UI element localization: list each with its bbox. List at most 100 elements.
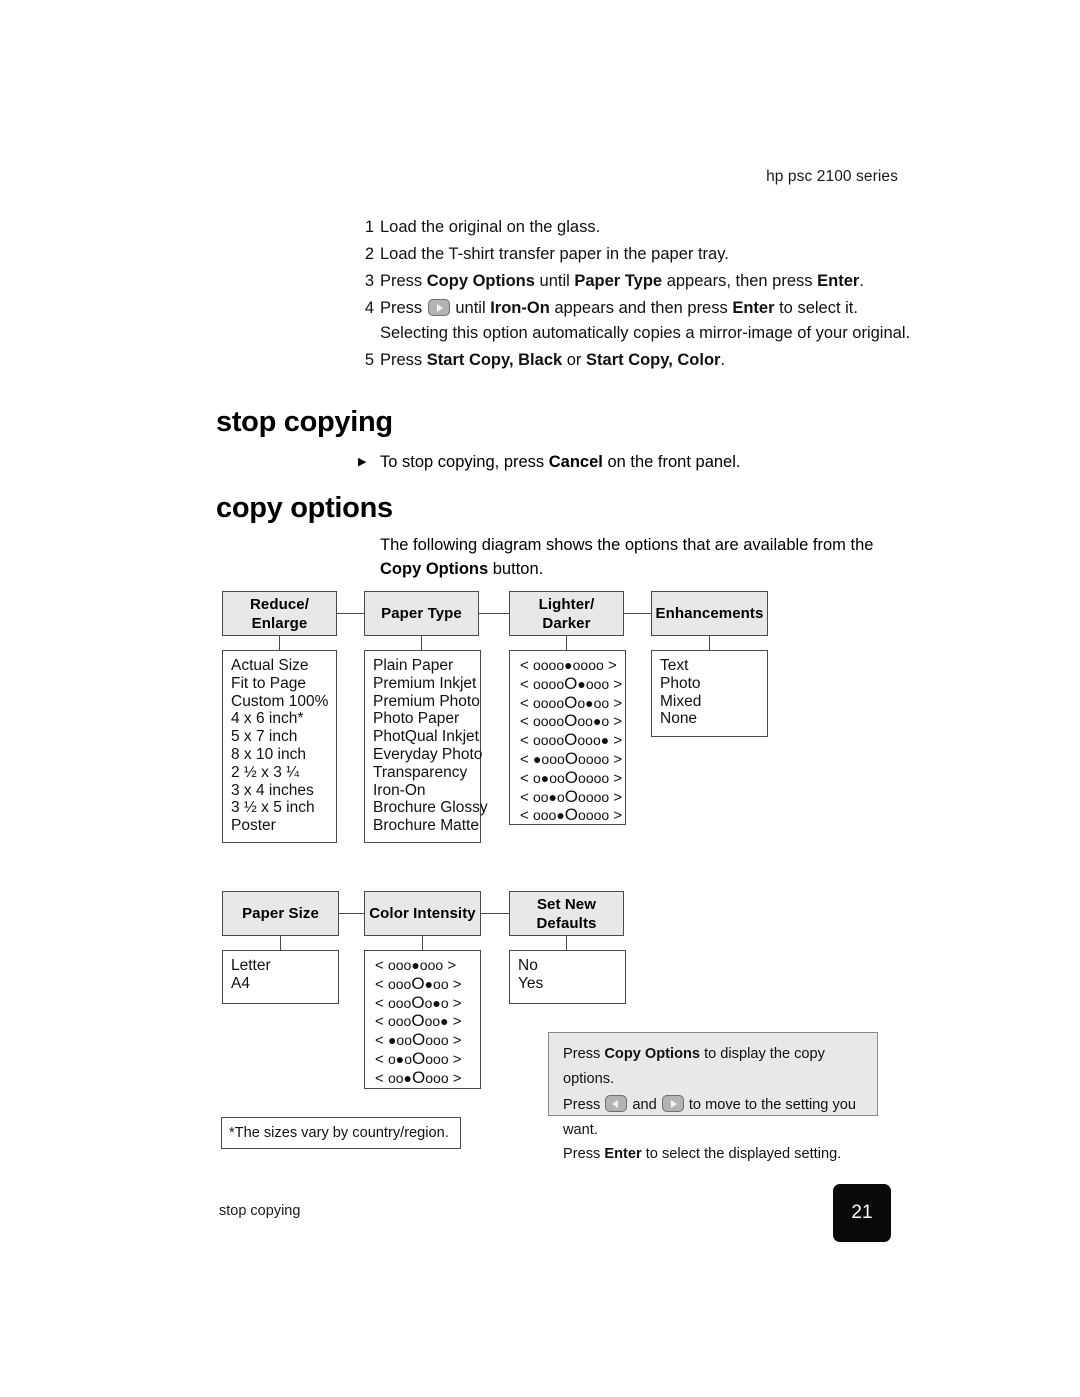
body-text: Press [380,299,427,317]
dot-large-open: O [564,730,578,750]
instruction-panel: Press Copy Options to display the copy o… [548,1032,878,1162]
dot-small-open: o [433,1069,441,1086]
header-label: Set New Defaults [536,895,597,932]
step-text: Load the T-shirt transfer paper in the p… [380,241,920,267]
dot-scale-row: < ooooOooo● > [520,731,625,750]
connector-line-horizontal [481,912,509,915]
connector-line-vertical [420,636,423,650]
emphasis-text: Iron-On [490,299,550,317]
emphasis-text: Paper Type [574,272,663,290]
body-text: and [628,1097,661,1113]
header-label: Lighter/Darker [538,595,595,632]
dot-small-open: o [387,1013,396,1030]
left-angle-bracket: < [520,675,533,693]
diagram-list-set-new-defaults: No Yes [509,950,626,1004]
step-item: 3 Press Copy Options until Paper Type app… [365,268,920,294]
dot-small-open: o [578,750,586,767]
header-label: Paper Size [242,905,319,922]
left-angle-bracket: < [375,975,388,993]
dot-small-open: o [592,732,601,749]
dot-small-open: o [532,675,541,692]
list-item: Letter [231,957,271,974]
dot-large-open: O [411,1011,425,1031]
dot-small-open: o [540,788,549,805]
right-angle-bracket: > [448,1069,462,1087]
stop-copying-bullet: ▶ To stop copying, press Cancel on the fr… [358,450,740,474]
emphasis-text: Copy Options [604,1046,701,1062]
body-text: appears and then press [549,299,733,317]
dot-small-open: o [395,994,404,1011]
step-item: 5 Press Start Copy, Black or Start Copy, … [365,347,920,373]
dot-small-open: o [540,732,549,749]
dot-large-open: O [564,748,579,768]
dot-small-open: o [387,957,396,973]
emphasis-text: Enter [817,272,860,290]
dot-small-open: o [585,713,593,730]
list-item: Fit to Page [231,674,306,692]
left-angle-bracket: < [375,994,388,1012]
dot-scale-row: < ooo●Ooooo > [520,806,625,825]
instruction-line: Press and to move to the setting you wan… [563,1093,865,1142]
right-arrow-key-icon [661,1095,684,1112]
dot-small-open: o [532,788,541,805]
dot-small-open: o [532,657,541,673]
left-angle-bracket: < [375,1069,388,1087]
left-angle-bracket: < [520,807,533,825]
dot-small-open: o [556,713,565,730]
body-text: . [859,272,864,290]
step-text: Load the original on the glass. [380,214,920,240]
dot-filled: ● [556,807,565,824]
diagram-list-color-intensity: < ooo●ooo > < oooO●oo > < oooOo●o > < oooOo… [364,950,481,1089]
list-item: Photo [660,674,701,692]
body-text: appears, then press [662,272,818,290]
header-label: Reduce/Enlarge [249,595,310,632]
dot-small-open: o [540,694,549,711]
body-text: or [562,351,587,369]
list-item: Yes [518,974,544,992]
connector-line-vertical [708,636,711,650]
step-number: 2 [364,245,374,263]
body-text: to select it. [774,299,858,317]
list-item: Actual Size [231,657,309,674]
left-angle-bracket: < [520,732,533,750]
list-item: No [518,957,538,974]
list-item: 5 x 7 inch [231,728,298,746]
connector-line-vertical [278,636,281,650]
dot-small-open: o [433,1032,441,1049]
diagram-list-paper-type: Plain Paper Premium Inkjet Premium Photo Ph… [364,650,488,843]
body-text: . [720,351,726,369]
right-angle-bracket: > [609,713,623,731]
dot-small-open: o [532,732,541,749]
right-angle-bracket: > [609,788,623,806]
dot-scale-row: < oooOoo● > [375,1012,480,1031]
dot-small-open: o [425,1032,434,1049]
left-angle-bracket: < [375,1050,388,1068]
list-item: 4 x 6 inch* [231,710,304,728]
dot-small-open: o [532,713,541,730]
connector-line-horizontal [337,612,364,615]
step-text: Press Start Copy, Black or Start Copy, C… [380,347,920,373]
list-item: Everyday Photo [373,745,483,763]
list-item: PhotQual Inkjet [373,728,479,746]
dot-small-open: o [556,675,565,692]
dot-large-open: O [412,1067,426,1087]
dot-small-open: o [404,1032,412,1049]
list-item: Photo Paper [373,710,460,728]
dot-scale-row: < oooOo●o > [375,993,480,1013]
dot-small-open: o [440,1050,449,1067]
list-item: Transparency [373,763,468,781]
dot-small-open: o [585,675,594,692]
dot-small-open: o [540,657,549,673]
right-arrow-key-icon [427,299,450,316]
dot-large-open: O [564,805,579,825]
body-text: Press [563,1046,605,1062]
heading-stop-copying: stop copying [216,406,393,438]
dot-filled: ● [548,788,557,805]
body-text: Press [380,351,427,369]
dot-small-open: o [585,807,594,824]
emphasis-text: Start Copy, Color [586,351,721,369]
emphasis-text: Enter [604,1146,642,1162]
dot-scale-row: < ooooO●ooo > [520,674,625,694]
dot-scale-row: < ●ooOooo > [375,1031,480,1050]
body-text: Load the T-shirt transfer paper in the p… [380,245,729,263]
